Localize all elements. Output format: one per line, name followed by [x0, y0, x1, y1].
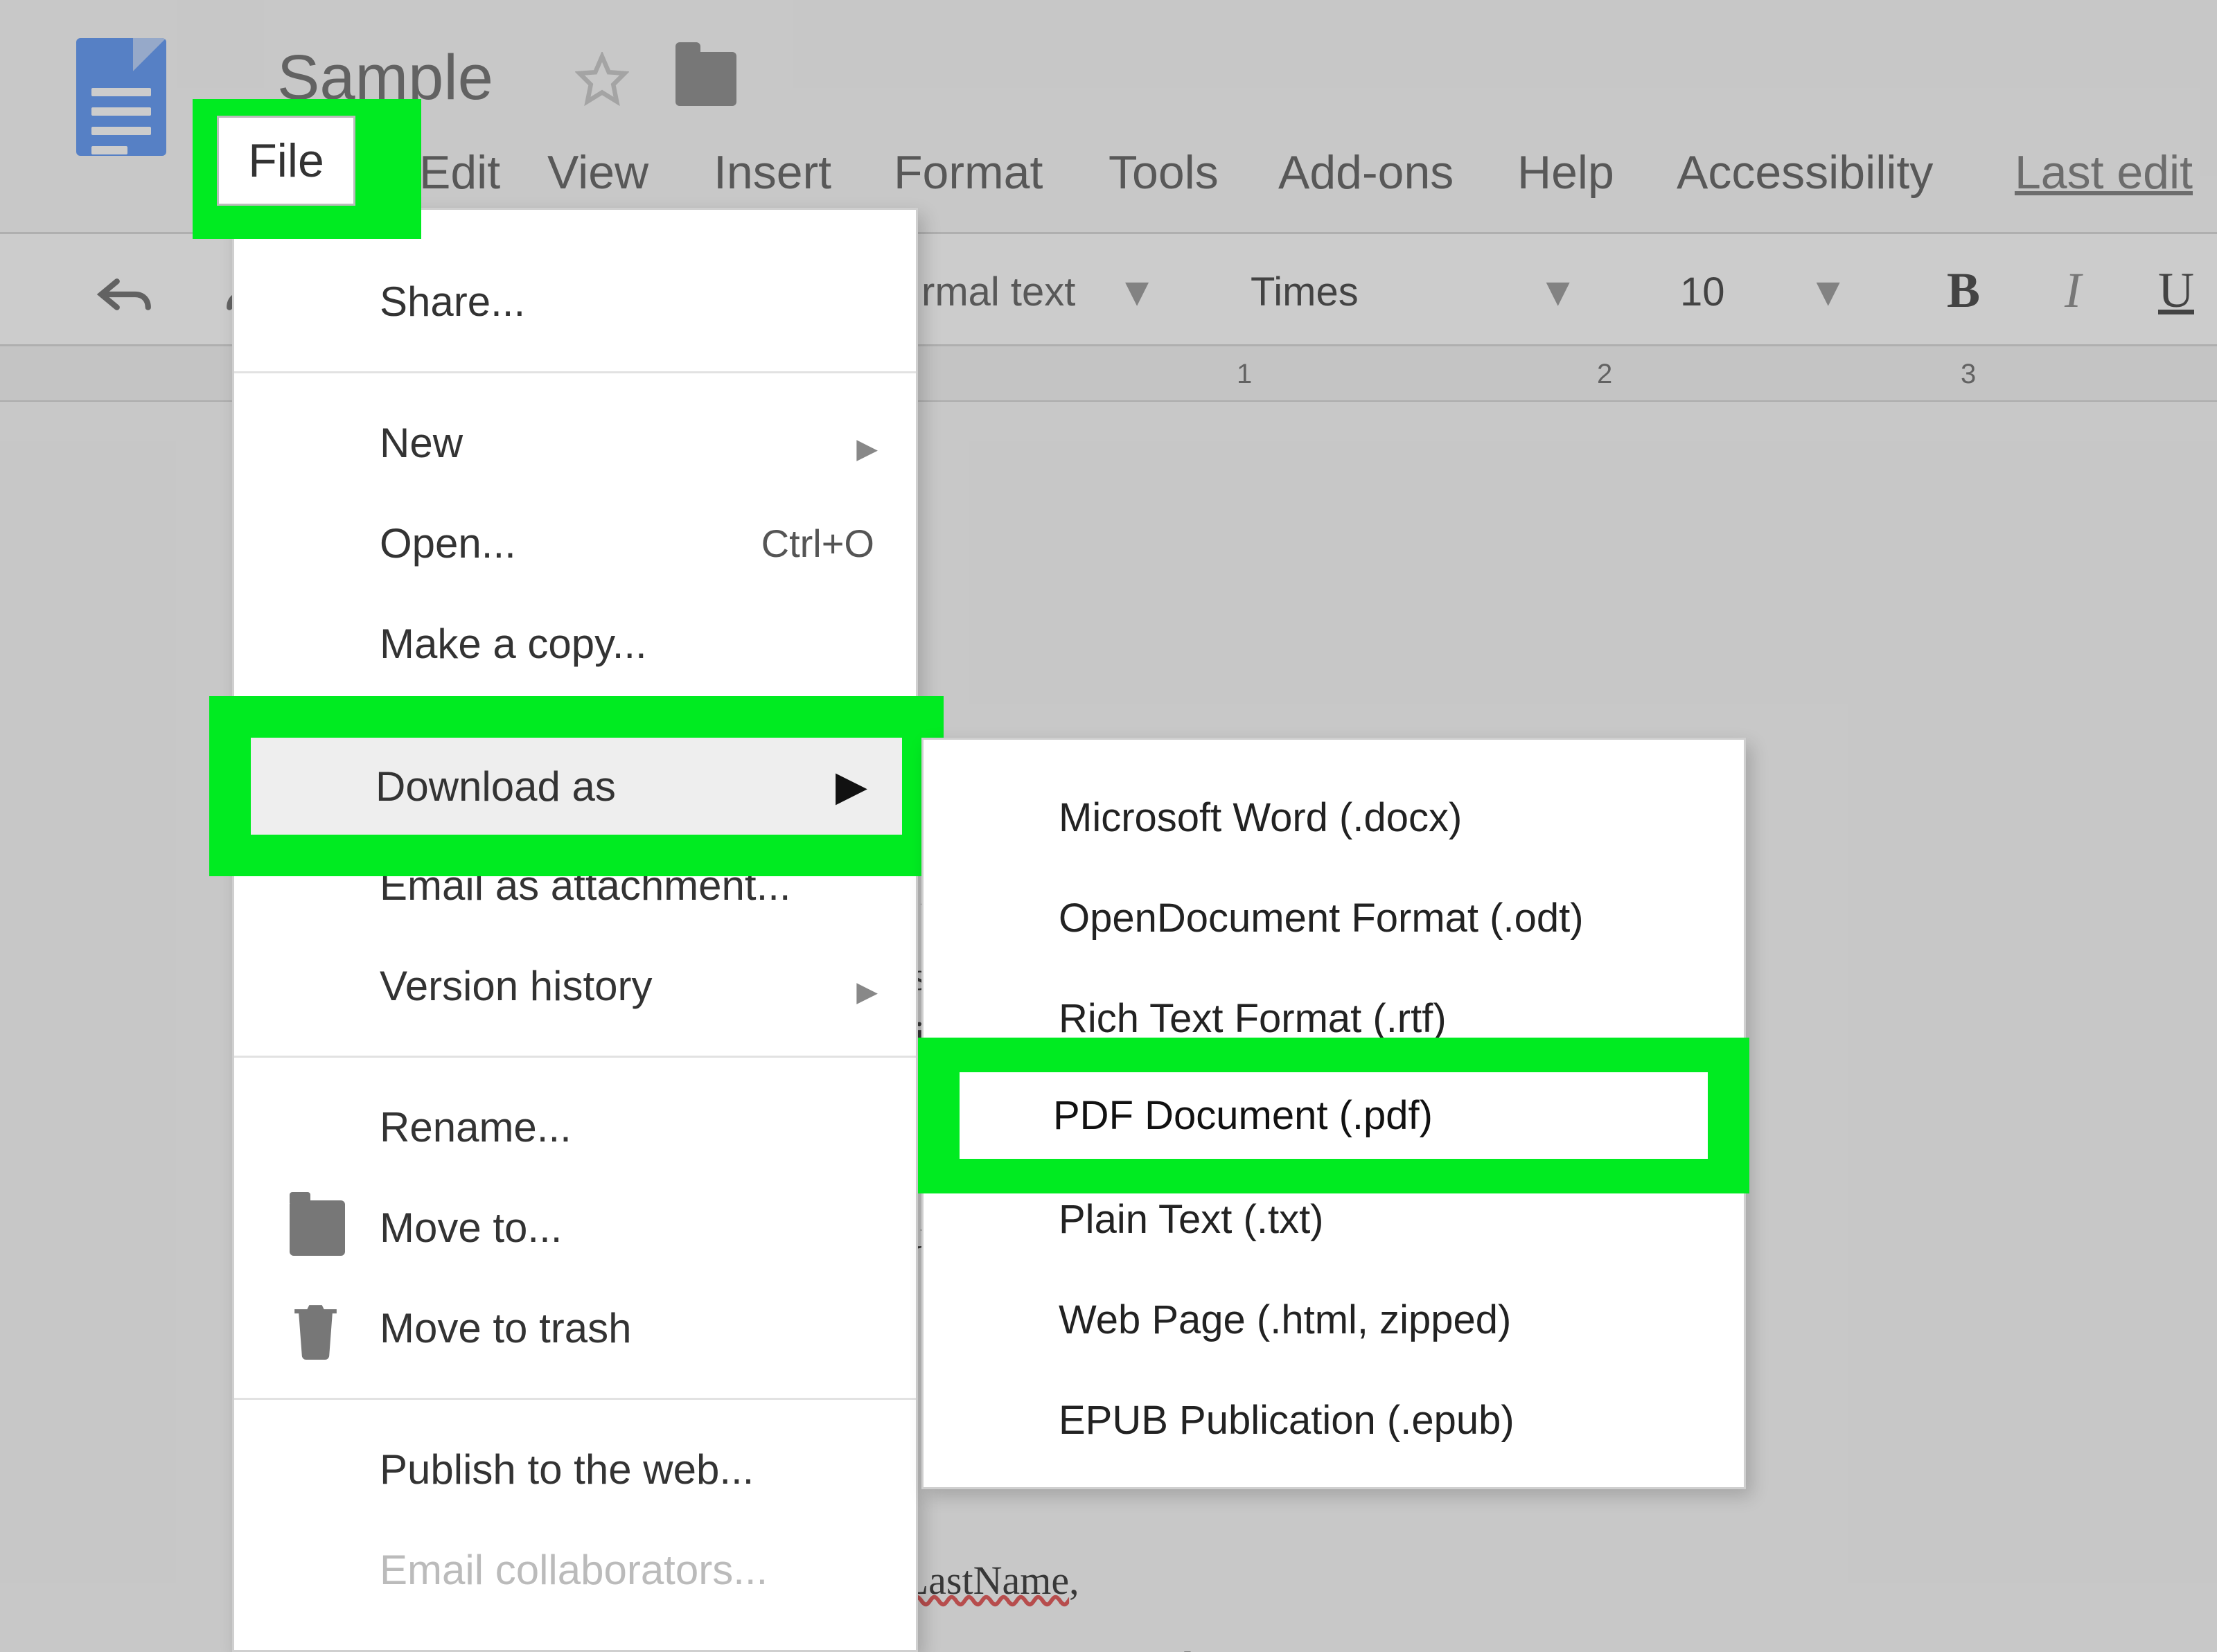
submenu-arrow-icon: ▶	[856, 433, 878, 465]
ruler-mark: 2	[1597, 359, 1612, 390]
menu-item-open[interactable]: Open...Ctrl+O	[234, 493, 916, 594]
folder-icon	[290, 1200, 345, 1256]
menu-item-move-to-trash[interactable]: Move to trash	[234, 1278, 916, 1378]
menu-item-make-copy[interactable]: Make a copy...	[234, 594, 916, 694]
submenu-item-pdf[interactable]: PDF Document (.pdf)	[960, 1072, 1708, 1159]
menu-edit[interactable]: Edit	[419, 145, 500, 199]
menu-item-version-history[interactable]: Version history▶	[234, 936, 916, 1036]
submenu-arrow-icon: ▶	[856, 976, 878, 1008]
caret-down-icon: ▼	[1808, 269, 1848, 315]
menu-accessibility[interactable]: Accessibility	[1677, 145, 1933, 199]
doc-line: ear Mr./Ms. LastName,	[705, 1555, 2217, 1606]
highlight-pdf: PDF Document (.pdf)	[918, 1038, 1749, 1193]
menu-format[interactable]: Format	[894, 145, 1043, 199]
menu-tools[interactable]: Tools	[1108, 145, 1219, 199]
font-size-value: 10	[1680, 269, 1725, 314]
menu-item-move-to[interactable]: Move to...	[234, 1178, 916, 1278]
caret-down-icon: ▼	[1538, 269, 1578, 315]
submenu-item-epub[interactable]: EPUB Publication (.epub)	[924, 1370, 1744, 1471]
highlight-download-as: Download as ▶	[209, 696, 944, 876]
doc-line: read about Company X's retail management…	[705, 1641, 2217, 1652]
submenu-item-docx[interactable]: Microsoft Word (.docx)	[924, 767, 1744, 868]
ruler-mark: 3	[1961, 359, 1976, 390]
star-icon[interactable]	[575, 52, 629, 106]
menu-help[interactable]: Help	[1517, 145, 1614, 199]
font-family-dropdown[interactable]: Times▼	[1251, 269, 1359, 315]
paragraph-style-value: rmal text	[921, 269, 1075, 314]
trash-icon	[290, 1301, 345, 1356]
menu-item-download-as[interactable]: Download as ▶	[251, 738, 902, 835]
font-size-dropdown[interactable]: 10▼	[1680, 269, 1725, 315]
highlight-file: File	[193, 99, 421, 239]
paragraph-style-dropdown[interactable]: rmal text ▼	[921, 269, 1157, 315]
menu-view[interactable]: View	[547, 145, 648, 199]
menu-item-email-collaborators: Email collaborators...	[234, 1520, 916, 1620]
ruler-mark: 1	[1237, 359, 1252, 390]
bold-button[interactable]: B	[1947, 262, 1980, 319]
menu-item-share[interactable]: Share...	[234, 251, 916, 352]
menu-item-new[interactable]: New▶	[234, 393, 916, 493]
menu-addons[interactable]: Add-ons	[1278, 145, 1454, 199]
last-edit-link[interactable]: Last edit	[2015, 145, 2193, 199]
submenu-item-odt[interactable]: OpenDocument Format (.odt)	[924, 868, 1744, 968]
file-menu-dropdown: Share... New▶ Open...Ctrl+O Make a copy.…	[232, 208, 918, 1652]
submenu-item-html[interactable]: Web Page (.html, zipped)	[924, 1270, 1744, 1370]
menu-item-rename[interactable]: Rename...	[234, 1077, 916, 1178]
menu-file[interactable]: File	[217, 116, 355, 206]
keyboard-shortcut: Ctrl+O	[761, 521, 874, 566]
folder-move-icon[interactable]	[675, 52, 736, 106]
italic-button[interactable]: I	[2065, 262, 2081, 319]
menu-insert[interactable]: Insert	[714, 145, 831, 199]
menu-item-publish[interactable]: Publish to the web...	[234, 1419, 916, 1520]
undo-button[interactable]	[94, 270, 156, 322]
caret-down-icon: ▼	[1117, 269, 1156, 314]
underline-button[interactable]: U	[2158, 262, 2194, 319]
font-family-value: Times	[1251, 269, 1359, 314]
submenu-arrow-icon: ▶	[836, 762, 867, 810]
